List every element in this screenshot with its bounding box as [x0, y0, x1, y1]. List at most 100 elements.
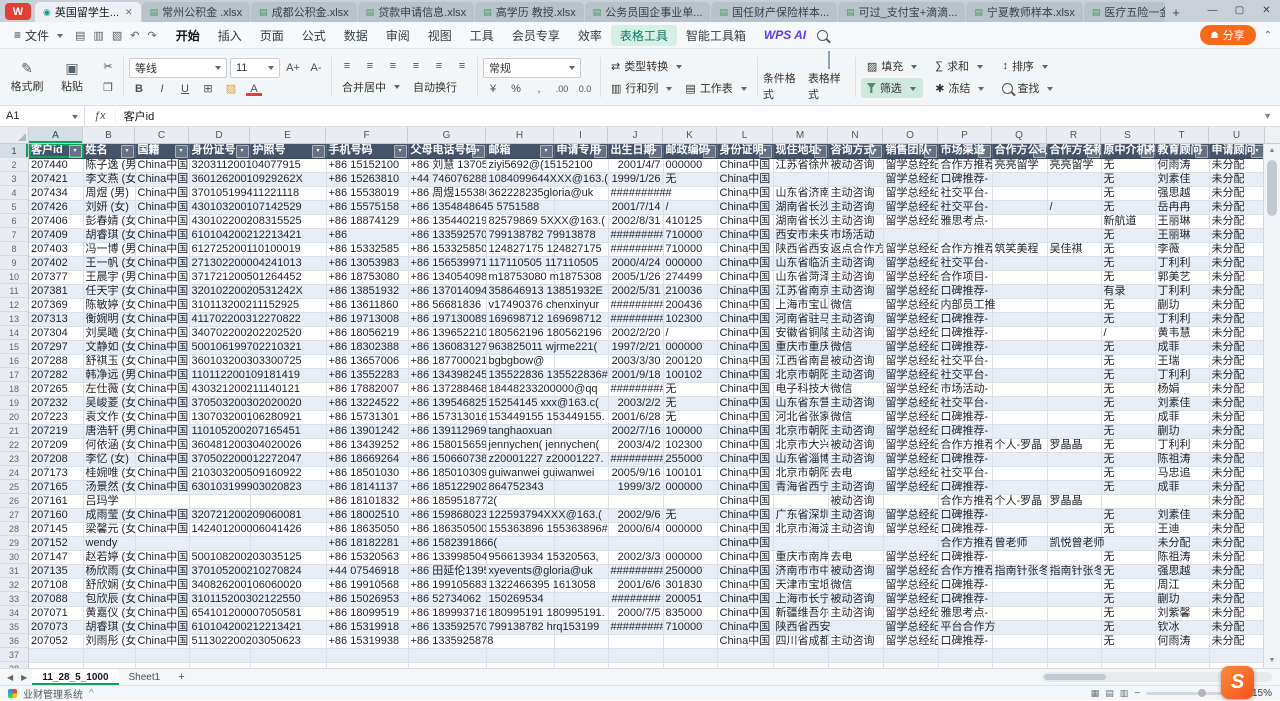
- cell[interactable]: China中国: [717, 410, 773, 424]
- cell[interactable]: guiwanwei guiwanwei: [486, 466, 554, 480]
- cell[interactable]: China中国: [135, 578, 189, 592]
- document-tab[interactable]: ▤高学历 教授.xlsx: [475, 2, 584, 22]
- cell[interactable]: 留学总经纪: [883, 466, 938, 480]
- cell[interactable]: China中国: [717, 298, 773, 312]
- cell[interactable]: 207071: [29, 606, 83, 620]
- column-letter[interactable]: L: [717, 127, 773, 143]
- cell[interactable]: China中国: [717, 466, 773, 480]
- cell[interactable]: [663, 536, 717, 550]
- cell[interactable]: 410125: [663, 214, 717, 228]
- column-header-cell[interactable]: 出生日期▾: [608, 144, 663, 158]
- cell[interactable]: China中国: [135, 480, 189, 494]
- cell[interactable]: 710000: [663, 242, 717, 256]
- cell[interactable]: 北京市朝阳: [773, 368, 828, 382]
- new-document-tab-button[interactable]: +: [1165, 2, 1187, 22]
- cell[interactable]: 82579869 5XXX@163.(: [486, 214, 554, 228]
- cell[interactable]: [992, 480, 1047, 494]
- cell[interactable]: [992, 648, 1047, 662]
- cell[interactable]: 杨欣雨 (女): [83, 564, 135, 578]
- cell[interactable]: 李薇: [1155, 242, 1209, 256]
- cell[interactable]: +86 13053983: [326, 256, 408, 270]
- row-number[interactable]: 7: [0, 228, 28, 242]
- cell[interactable]: 1084099644XXX@163.(: [486, 172, 554, 186]
- column-header-cell[interactable]: 父母电话号码▾: [408, 144, 486, 158]
- row-number[interactable]: 27: [0, 508, 28, 522]
- cell[interactable]: 社交平台-: [938, 200, 992, 214]
- cell[interactable]: 北京市朝阳: [773, 466, 828, 480]
- cell[interactable]: 207304: [29, 326, 83, 340]
- cell[interactable]: 亮亮留学: [992, 158, 1047, 172]
- cell[interactable]: 留学总经纪: [883, 214, 938, 228]
- cell[interactable]: China中国: [717, 480, 773, 494]
- cell[interactable]: 王瑞: [1155, 354, 1209, 368]
- cell[interactable]: China中国: [717, 368, 773, 382]
- cell[interactable]: 无: [1101, 522, 1155, 536]
- cell[interactable]: 100101: [663, 466, 717, 480]
- cell[interactable]: [250, 648, 326, 662]
- cell[interactable]: +86 15319938: [326, 634, 408, 648]
- cell[interactable]: 留学总经纪: [883, 368, 938, 382]
- cell[interactable]: China中国: [135, 298, 189, 312]
- cell[interactable]: [663, 648, 717, 662]
- cell[interactable]: 北京市海淀: [773, 522, 828, 536]
- expand-formula-bar-icon[interactable]: ▼: [1263, 111, 1280, 121]
- cell[interactable]: 社交平台-: [938, 256, 992, 270]
- column-letter[interactable]: I: [554, 127, 608, 143]
- undo-icon[interactable]: ↶: [127, 29, 142, 42]
- row-number[interactable]: 19: [0, 396, 28, 410]
- cell[interactable]: 2002/3/3: [608, 550, 663, 564]
- sum-button[interactable]: ∑求和: [929, 56, 990, 76]
- cell[interactable]: 筑笑美程: [992, 242, 1047, 256]
- menu-item[interactable]: 智能工具箱: [677, 25, 755, 46]
- cell[interactable]: 口碑推荐-: [938, 340, 992, 354]
- cell[interactable]: m18753080 m1875308: [486, 270, 554, 284]
- row-number[interactable]: 24: [0, 466, 28, 480]
- cell[interactable]: [773, 648, 828, 662]
- cell[interactable]: [135, 648, 189, 662]
- cell[interactable]: /: [1047, 200, 1101, 214]
- cell[interactable]: 成菲: [1155, 480, 1209, 494]
- cell[interactable]: 654101200007050581: [189, 606, 250, 620]
- cell[interactable]: 山东省菏泽: [773, 270, 828, 284]
- cell[interactable]: [608, 494, 663, 508]
- cell[interactable]: 358646913 13851932E: [486, 284, 554, 298]
- cell[interactable]: 无: [1101, 200, 1155, 214]
- cell[interactable]: 王晨宇 (男): [83, 270, 135, 284]
- cell[interactable]: 320311200104077915: [189, 158, 250, 172]
- cell[interactable]: +86 13552283: [326, 368, 408, 382]
- cell[interactable]: 未分配: [1209, 326, 1263, 340]
- floating-app-badge[interactable]: S: [1221, 666, 1254, 699]
- convert-type-button[interactable]: ⇄类型转换: [606, 57, 687, 76]
- cell[interactable]: 有录: [1101, 284, 1155, 298]
- cell[interactable]: 610104200212213421: [189, 228, 250, 242]
- cell[interactable]: China中国: [135, 326, 189, 340]
- cell[interactable]: 口碑推荐-: [938, 508, 992, 522]
- column-header-cell[interactable]: 现住地址▾: [773, 144, 828, 158]
- cell[interactable]: 207052: [29, 634, 83, 648]
- cell[interactable]: 207108: [29, 578, 83, 592]
- cell[interactable]: 835000: [663, 606, 717, 620]
- cell[interactable]: [1047, 256, 1101, 270]
- cell[interactable]: 主动咨询: [828, 312, 883, 326]
- cell[interactable]: [992, 228, 1047, 242]
- cell[interactable]: 山东省淄博: [773, 452, 828, 466]
- row-number[interactable]: 14: [0, 326, 28, 340]
- column-letter[interactable]: C: [135, 127, 189, 143]
- cell[interactable]: 社交平台-: [938, 186, 992, 200]
- cell[interactable]: [1047, 466, 1101, 480]
- cell[interactable]: 207297: [29, 340, 83, 354]
- cell[interactable]: [29, 648, 83, 662]
- cell[interactable]: China中国: [717, 214, 773, 228]
- cell[interactable]: 强思越: [1155, 564, 1209, 578]
- page-break-view-icon[interactable]: ▥: [1120, 688, 1129, 699]
- column-letter[interactable]: O: [883, 127, 938, 143]
- select-all-corner[interactable]: [0, 127, 29, 143]
- cell[interactable]: 无: [663, 172, 717, 186]
- add-sheet-button[interactable]: +: [172, 671, 190, 683]
- cell[interactable]: 271302200004241013: [189, 256, 250, 270]
- cell[interactable]: 强思越: [1155, 186, 1209, 200]
- borders-button[interactable]: ⊞: [198, 81, 218, 97]
- cell[interactable]: [992, 452, 1047, 466]
- cell[interactable]: China中国: [135, 256, 189, 270]
- cell[interactable]: 留学总经纪: [883, 242, 938, 256]
